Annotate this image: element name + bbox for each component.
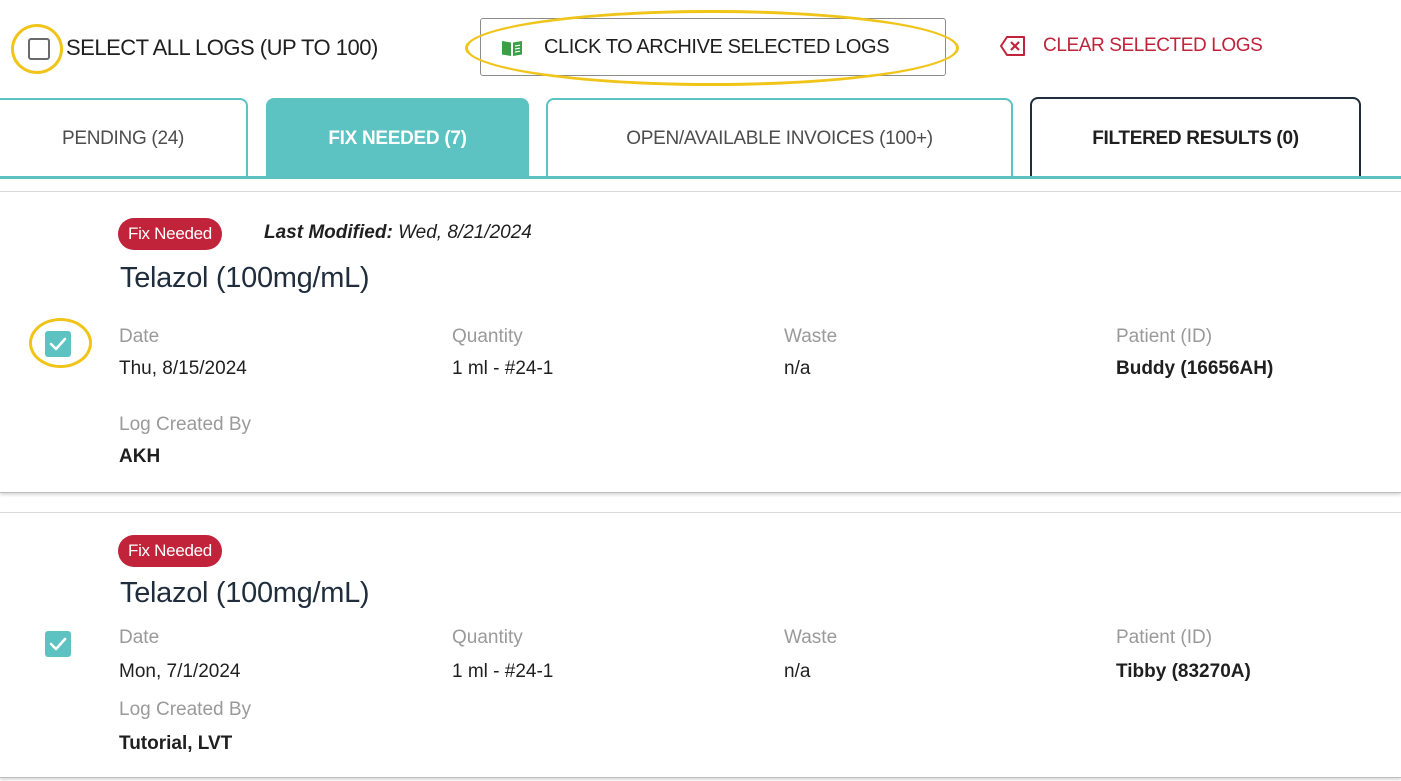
created-by-value: Tutorial, LVT	[119, 733, 233, 754]
quantity-value: 1 ml - #24-1	[452, 661, 554, 682]
patient-value: Tibby (83270A)	[1116, 661, 1251, 682]
date-value: Mon, 7/1/2024	[119, 661, 241, 682]
log-select-checkbox[interactable]	[45, 631, 71, 657]
status-badge: Fix Needed	[118, 218, 222, 250]
waste-value: n/a	[784, 358, 811, 379]
drug-title: Telazol (100mg/mL)	[120, 577, 370, 609]
clear-selected-label: CLEAR SELECTED LOGS	[1043, 35, 1263, 56]
patient-value: Buddy (16656AH)	[1116, 358, 1274, 379]
action-bar: SELECT ALL LOGS (UP TO 100) CLICK TO ARC…	[0, 0, 1401, 98]
created-by-value: AKH	[119, 446, 161, 467]
quantity-value: 1 ml - #24-1	[452, 358, 554, 379]
archive-selected-button[interactable]: CLICK TO ARCHIVE SELECTED LOGS	[480, 18, 946, 76]
log-card: Fix Needed Last Modified: Wed, 8/21/2024…	[0, 191, 1401, 493]
date-value: Thu, 8/15/2024	[119, 358, 247, 379]
tab-pending[interactable]: PENDING (24)	[0, 98, 248, 178]
waste-value: n/a	[784, 661, 811, 682]
created-by-label: Log Created By	[119, 414, 252, 435]
waste-label: Waste	[784, 326, 838, 347]
date-label: Date	[119, 326, 160, 347]
last-modified-label: Last Modified:	[264, 222, 393, 243]
select-all-label: SELECT ALL LOGS (UP TO 100)	[66, 35, 378, 60]
last-modified: Last Modified: Wed, 8/21/2024	[264, 222, 532, 244]
tabs-divider	[0, 176, 1401, 179]
created-by-label: Log Created By	[119, 699, 252, 720]
quantity-label: Quantity	[452, 326, 523, 347]
waste-label: Waste	[784, 627, 838, 648]
log-card: Fix Needed Telazol (100mg/mL) Date Mon, …	[0, 512, 1401, 778]
drug-title: Telazol (100mg/mL)	[120, 262, 370, 294]
patient-label: Patient (ID)	[1116, 627, 1213, 648]
tab-fix-needed[interactable]: FIX NEEDED (7)	[266, 98, 529, 178]
patient-label: Patient (ID)	[1116, 326, 1213, 347]
backspace-x-icon	[1000, 36, 1026, 56]
archive-button-label: CLICK TO ARCHIVE SELECTED LOGS	[544, 36, 890, 58]
tab-filtered-results[interactable]: FILTERED RESULTS (0)	[1030, 97, 1361, 178]
checkmark-icon	[49, 637, 67, 651]
date-label: Date	[119, 627, 160, 648]
tab-open-available-invoices[interactable]: OPEN/AVAILABLE INVOICES (100+)	[546, 98, 1013, 178]
last-modified-value: Wed, 8/21/2024	[398, 222, 532, 243]
status-badge: Fix Needed	[118, 535, 222, 567]
book-open-icon	[501, 39, 523, 57]
select-all-checkbox[interactable]	[28, 38, 50, 60]
quantity-label: Quantity	[452, 627, 523, 648]
checkmark-icon	[49, 337, 67, 351]
log-select-checkbox[interactable]	[45, 331, 71, 357]
